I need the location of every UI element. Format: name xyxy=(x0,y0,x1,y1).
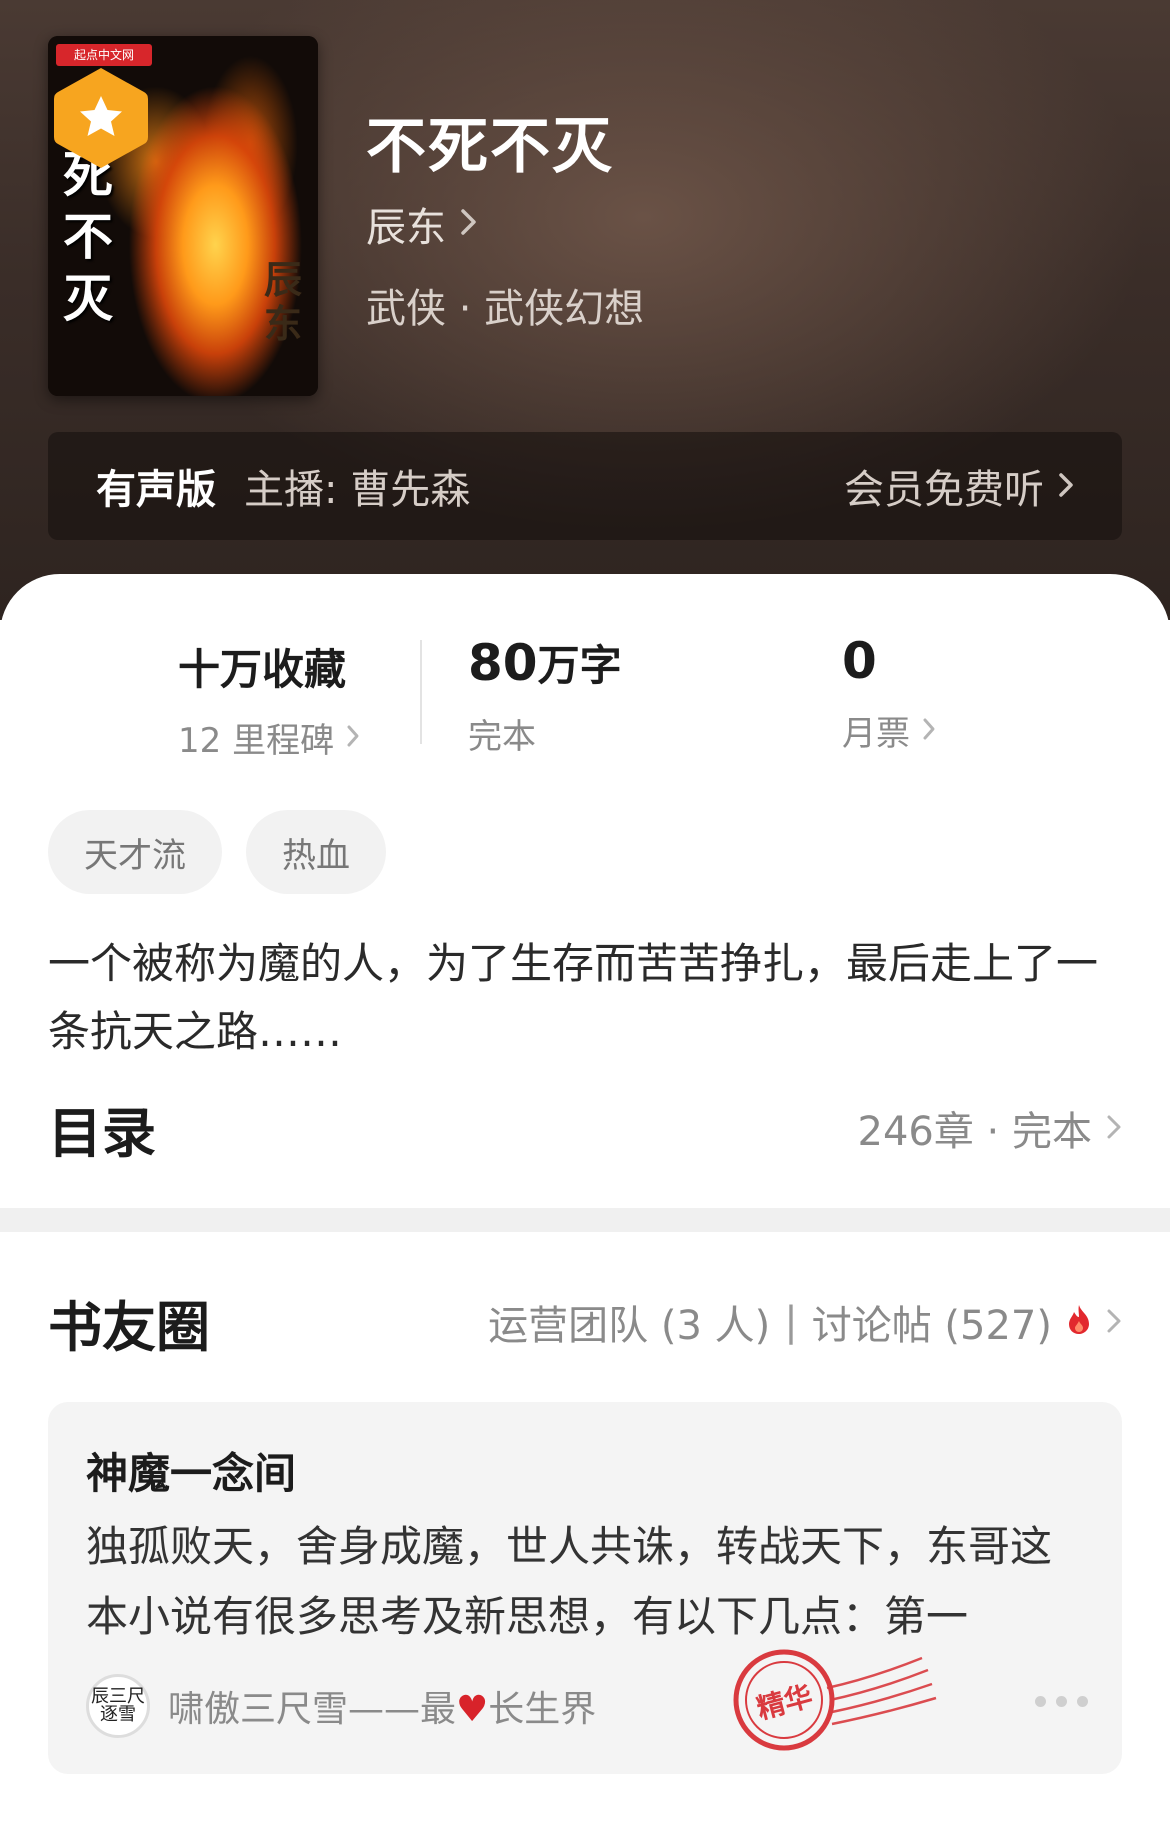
section-divider xyxy=(0,1208,1170,1232)
chevron-right-icon xyxy=(1106,1105,1122,1151)
essence-stamp-icon: 精华 xyxy=(732,1628,962,1768)
audio-version-bar[interactable]: 有声版 主播: 曹先森 会员免费听 xyxy=(48,432,1122,540)
monthly-votes-label: 月票 xyxy=(842,714,910,754)
avatar[interactable]: 辰三尺 逐雪 xyxy=(86,1674,150,1738)
monthly-votes-stat[interactable]: 0 月票 xyxy=(842,632,936,755)
word-count-stat: 80万字 完本 xyxy=(468,632,622,758)
member-free-listen-label: 会员免费听 xyxy=(844,467,1044,513)
cover-author: 辰东 xyxy=(263,257,302,346)
featured-post-card[interactable]: 神魔一念间 独孤败天，舍身成魔，世人共诛，转战天下，东哥这本小说有很多思考及新思… xyxy=(48,1402,1122,1774)
table-of-contents-row[interactable]: 目录 246章 · 完本 xyxy=(48,1086,1122,1170)
milestones-label: 12 里程碑 xyxy=(178,721,335,761)
monthly-votes-count: 0 xyxy=(842,632,877,690)
stats-divider xyxy=(420,640,422,744)
book-title: 不死不灭 xyxy=(366,112,614,182)
tag-list: 天才流 热血 xyxy=(48,810,386,894)
chevron-right-icon xyxy=(346,718,360,758)
milestone-star-icon xyxy=(52,64,150,172)
book-header: 起点中文网 不死不灭 辰东 不死不灭 辰东 武侠 · 武侠幻想 有声版 主播: … xyxy=(0,0,1170,620)
essence-stamp-label: 精华 xyxy=(753,1679,816,1725)
operations-team-link[interactable]: 运营团队 (3 人) xyxy=(488,1293,770,1351)
heart-icon: ♥ xyxy=(456,1689,489,1730)
cover-publisher-logo: 起点中文网 xyxy=(56,44,152,66)
milestones-link[interactable]: 12 里程碑 xyxy=(178,713,360,762)
meta-separator: | xyxy=(784,1299,798,1345)
hot-flame-icon xyxy=(1066,1299,1092,1345)
post-title: 神魔一念间 xyxy=(86,1449,297,1498)
audio-narrator: 主播: 曹先森 xyxy=(244,467,471,513)
word-count-unit: 万字 xyxy=(537,641,622,690)
chevron-right-icon xyxy=(922,711,936,751)
collections-stat[interactable]: 十万收藏 12 里程碑 xyxy=(178,636,360,762)
post-author[interactable]: 辰三尺 逐雪 啸傲三尺雪——最♥长生界 xyxy=(86,1670,596,1742)
book-intro[interactable]: 一个被称为魔的人，为了生存而苦苦挣扎，最后走上了一条抗天之路…… xyxy=(48,930,1128,1066)
word-count-number: 80 xyxy=(468,634,538,692)
book-circle-title: 书友圈 xyxy=(48,1295,210,1359)
book-genre: 武侠 · 武侠幻想 xyxy=(366,286,645,332)
tag-chip[interactable]: 天才流 xyxy=(48,810,222,894)
tag-chip[interactable]: 热血 xyxy=(246,810,386,894)
chevron-right-icon xyxy=(460,201,478,247)
chevron-right-icon xyxy=(1106,1299,1122,1345)
post-author-name: 啸傲三尺雪——最 xyxy=(168,1689,457,1730)
collections-count: 十万收藏 xyxy=(178,645,347,694)
toc-meta: 246章 · 完本 xyxy=(857,1109,1093,1155)
toc-title: 目录 xyxy=(48,1101,156,1165)
author-link[interactable]: 辰东 xyxy=(366,196,478,252)
discussion-posts-link[interactable]: 讨论帖 (527) xyxy=(812,1293,1052,1351)
post-author-name-suffix: 长生界 xyxy=(488,1689,597,1730)
book-circle-row[interactable]: 书友圈 运营团队 (3 人) | 讨论帖 (527) xyxy=(48,1280,1122,1364)
chevron-right-icon xyxy=(1058,463,1074,509)
member-free-listen-button[interactable]: 会员免费听 xyxy=(844,457,1074,515)
book-status: 完本 xyxy=(468,717,536,757)
author-name: 辰东 xyxy=(366,205,446,251)
more-options-icon[interactable] xyxy=(1035,1696,1088,1707)
audio-badge: 有声版 xyxy=(96,467,216,513)
